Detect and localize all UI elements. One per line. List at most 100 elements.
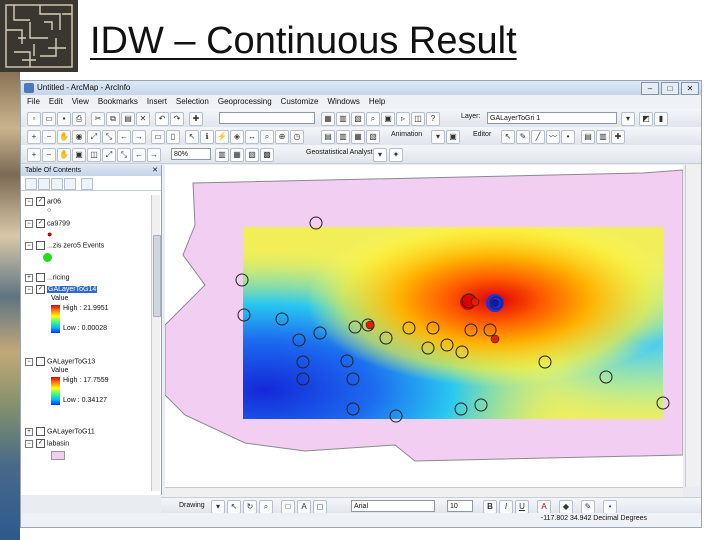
menu-edit[interactable]: Edit <box>49 97 63 106</box>
animation-dropdown-icon[interactable]: ▾ <box>431 130 445 144</box>
menu-customize[interactable]: Customize <box>281 97 319 106</box>
goto-xy-icon[interactable]: ⊕ <box>275 130 289 144</box>
marker-color-icon[interactable]: • <box>603 500 617 514</box>
list-by-visibility-icon[interactable] <box>51 178 63 190</box>
add-data-icon[interactable]: ✚ <box>189 112 203 126</box>
fixed-zoom-out-layout-icon[interactable]: ⤡ <box>117 148 131 162</box>
layer-item[interactable]: − ✓ ca9799 <box>25 219 70 228</box>
fixed-zoom-in-layout-icon[interactable]: ⤢ <box>102 148 116 162</box>
bold-button[interactable]: B <box>483 500 497 514</box>
fill-color-icon[interactable]: ◆ <box>559 500 573 514</box>
focus-frame-icon[interactable]: ▦ <box>230 148 244 162</box>
swipe-icon[interactable]: ▦ <box>351 130 365 144</box>
font-color-button[interactable]: A <box>537 500 551 514</box>
copy-icon[interactable]: ⧉ <box>106 112 120 126</box>
paste-icon[interactable]: ▤ <box>121 112 135 126</box>
layer-checkbox[interactable]: ✓ <box>36 439 45 448</box>
identify-icon[interactable]: ℹ <box>200 130 214 144</box>
geostat-dropdown-icon[interactable]: ▾ <box>373 148 387 162</box>
full-extent-icon[interactable]: ◉ <box>72 130 86 144</box>
undo-icon[interactable]: ↶ <box>155 112 169 126</box>
editor-menu[interactable]: Editor <box>473 131 491 138</box>
layer-item[interactable]: + GALayerToG11 <box>25 427 95 436</box>
menu-view[interactable]: View <box>72 97 89 106</box>
layer-item[interactable]: + ...ricing <box>25 273 70 282</box>
toc-icon[interactable]: ▥ <box>336 112 350 126</box>
flicker-icon[interactable]: ▧ <box>366 130 380 144</box>
python-icon[interactable]: ▹ <box>396 112 410 126</box>
layer-item[interactable]: − GALayerToG13 <box>25 357 95 366</box>
zoom-graphics-icon[interactable]: ⌕ <box>259 500 273 514</box>
sketch-properties-icon[interactable]: ▥ <box>596 130 610 144</box>
geostat-wizard-icon[interactable]: ✦ <box>389 148 403 162</box>
menu-file[interactable]: File <box>27 97 40 106</box>
select-elements-icon[interactable]: ↖ <box>185 130 199 144</box>
measure-icon[interactable]: ↔ <box>245 130 259 144</box>
select-features-icon[interactable]: ▭ <box>151 130 165 144</box>
rectangle-icon[interactable]: □ <box>281 500 295 514</box>
layer-checkbox[interactable] <box>36 357 45 366</box>
point-icon[interactable]: • <box>561 130 575 144</box>
layer-item-selected[interactable]: − ✓ GALayerToG14 <box>25 285 98 294</box>
font-select[interactable]: Arial <box>351 500 435 512</box>
time-slider-icon[interactable]: ◷ <box>290 130 304 144</box>
hyperlink-icon[interactable]: ⚡ <box>215 130 229 144</box>
zoom-percent-combo[interactable]: 80% <box>171 148 211 160</box>
histogram-icon[interactable]: ▮ <box>654 112 668 126</box>
layout-icon[interactable]: ▥ <box>336 130 350 144</box>
drawing-menu[interactable]: Drawing <box>179 502 205 509</box>
pan-icon[interactable]: ✋ <box>57 130 71 144</box>
italic-button[interactable]: I <box>499 500 513 514</box>
straight-segment-icon[interactable]: ╱ <box>531 130 545 144</box>
layer-checkbox[interactable]: ✓ <box>36 219 45 228</box>
select-graphics-icon[interactable]: ↖ <box>227 500 241 514</box>
spatial-analyst-icon[interactable]: ◩ <box>639 112 653 126</box>
menu-insert[interactable]: Insert <box>147 97 167 106</box>
underline-button[interactable]: U <box>515 500 529 514</box>
change-layout-icon[interactable]: ▧ <box>245 148 259 162</box>
modelbuilder-icon[interactable]: ◫ <box>411 112 425 126</box>
cut-icon[interactable]: ✂ <box>91 112 105 126</box>
trace-icon[interactable]: 〰 <box>546 130 560 144</box>
fixed-zoom-in-icon[interactable]: ⤢ <box>87 130 101 144</box>
toc-scrollbar[interactable] <box>151 195 161 491</box>
clear-selection-icon[interactable]: ▯ <box>166 130 180 144</box>
zoom-whole-page-icon[interactable]: ▣ <box>72 148 86 162</box>
list-by-source-icon[interactable] <box>38 178 50 190</box>
close-button[interactable]: ✕ <box>681 82 699 95</box>
geostatistical-analyst-menu[interactable]: Geostatistical Analyst <box>306 149 373 156</box>
menu-geoprocessing[interactable]: Geoprocessing <box>218 97 272 106</box>
zoom-100-icon[interactable]: ◫ <box>87 148 101 162</box>
menu-selection[interactable]: Selection <box>176 97 209 106</box>
html-popup-icon[interactable]: ◈ <box>230 130 244 144</box>
layout-pan-icon[interactable]: ✋ <box>57 148 71 162</box>
back-icon[interactable]: ← <box>117 130 131 144</box>
search-icon[interactable]: ⌕ <box>366 112 380 126</box>
maximize-button[interactable]: □ <box>661 82 679 95</box>
text-icon[interactable]: A <box>297 500 311 514</box>
layer-checkbox[interactable] <box>36 273 45 282</box>
georef-icon[interactable]: ▤ <box>321 130 335 144</box>
list-by-drawing-order-icon[interactable] <box>25 178 37 190</box>
layer-checkbox[interactable] <box>36 241 45 250</box>
layer-select[interactable]: GALayerToGri 1 <box>487 112 617 124</box>
arctoolbox-icon[interactable]: ▣ <box>381 112 395 126</box>
next-extent-icon[interactable]: → <box>147 148 161 162</box>
scale-combo[interactable] <box>219 112 315 124</box>
menu-help[interactable]: Help <box>369 97 385 106</box>
toc-options-icon[interactable] <box>81 178 93 190</box>
create-features-icon[interactable]: ✚ <box>611 130 625 144</box>
toc-close-icon[interactable]: ✕ <box>152 165 158 176</box>
sketch-icon[interactable]: ✎ <box>516 130 530 144</box>
capture-view-icon[interactable]: ▣ <box>446 130 460 144</box>
toggle-draft-icon[interactable]: ▥ <box>215 148 229 162</box>
line-color-icon[interactable]: ✎ <box>581 500 595 514</box>
save-icon[interactable]: ▪ <box>57 112 71 126</box>
new-doc-icon[interactable]: ▫ <box>27 112 41 126</box>
redo-icon[interactable]: ↷ <box>170 112 184 126</box>
minimize-button[interactable]: – <box>641 82 659 95</box>
data-driven-pages-icon[interactable]: ▩ <box>260 148 274 162</box>
rotate-icon[interactable]: ↻ <box>243 500 257 514</box>
help-icon[interactable]: ? <box>426 112 440 126</box>
zoom-in-icon[interactable]: + <box>27 130 41 144</box>
